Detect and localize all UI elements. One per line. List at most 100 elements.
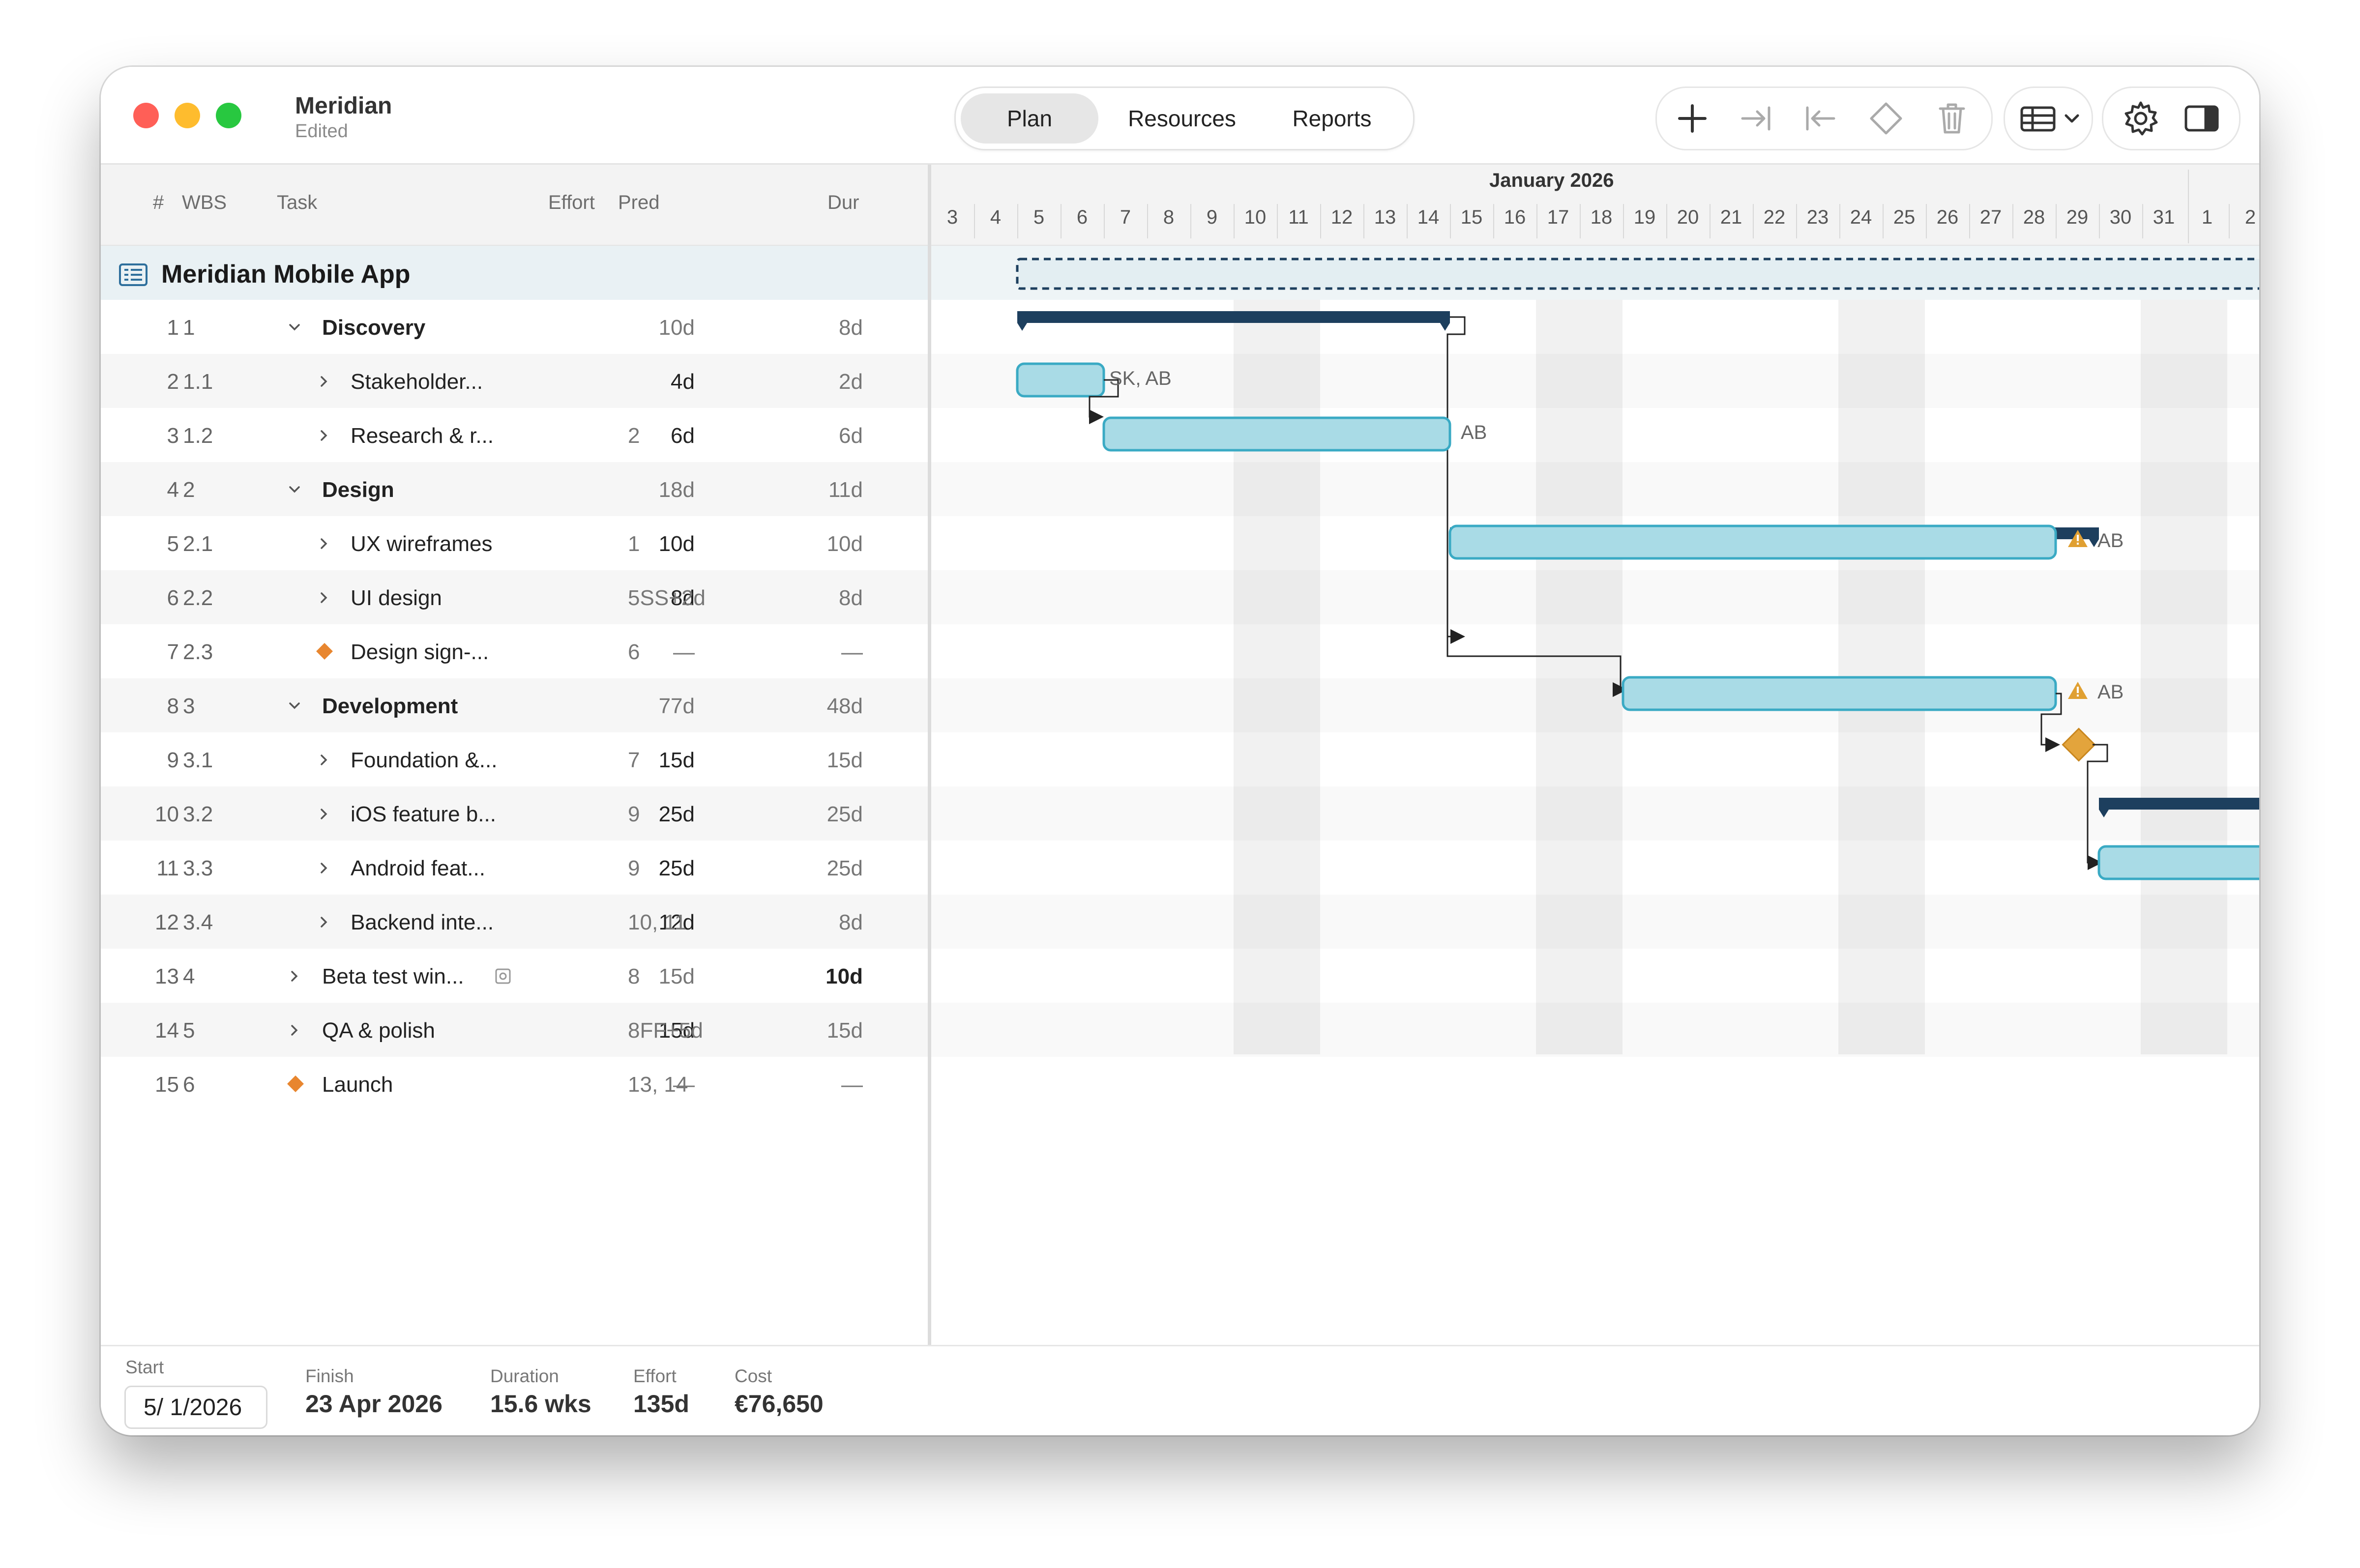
task-duration[interactable]: —	[841, 640, 863, 665]
table-row[interactable]: 9 3.1 Foundation &... 15d 7 15d	[101, 732, 928, 786]
table-row[interactable]: 5 2.1 UX wireframes 10d 1 10d	[101, 516, 928, 570]
note-icon[interactable]	[494, 967, 512, 985]
project-summary-bar[interactable]	[1016, 258, 2259, 290]
task-duration[interactable]: 8d	[839, 316, 863, 340]
task-name[interactable]: Launch	[322, 1073, 393, 1097]
task-effort[interactable]: 10d	[659, 532, 695, 556]
milestone-design-signoff[interactable]	[2062, 727, 2096, 762]
outdent-icon[interactable]	[1800, 99, 1840, 138]
task-name[interactable]: QA & polish	[322, 1018, 435, 1043]
task-predecessors[interactable]: 10, 11	[628, 910, 686, 935]
indent-icon[interactable]	[1737, 99, 1776, 138]
gear-icon[interactable]	[2121, 99, 2160, 138]
task-duration[interactable]: —	[841, 1073, 863, 1097]
tab-resources[interactable]: Resources	[1108, 93, 1256, 144]
task-duration[interactable]: 10d	[826, 964, 863, 989]
column-wbs[interactable]: WBS	[182, 192, 227, 214]
task-duration[interactable]: 11d	[828, 478, 863, 502]
chevron-right-icon[interactable]	[315, 427, 333, 444]
task-effort[interactable]: 25d	[659, 856, 695, 881]
view-options-group[interactable]	[2004, 87, 2093, 150]
zoom-window-button[interactable]	[216, 103, 241, 128]
chevron-right-icon[interactable]	[315, 751, 333, 769]
chevron-down-icon[interactable]	[286, 697, 303, 715]
task-predecessors[interactable]: 7	[628, 748, 640, 773]
table-row[interactable]: 4 2 Design 18d 11d	[101, 462, 928, 516]
task-name[interactable]: UX wireframes	[351, 532, 493, 556]
column-effort[interactable]: Effort	[548, 192, 595, 214]
column-task[interactable]: Task	[277, 192, 317, 214]
table-row[interactable]: 13 4 Beta test win... 15d 8 10d	[101, 949, 928, 1003]
task-predecessors[interactable]: 5SS+2d	[628, 586, 706, 610]
task-effort[interactable]: 25d	[659, 802, 695, 827]
task-duration[interactable]: 2d	[839, 370, 863, 394]
chevron-down-icon[interactable]	[2062, 99, 2082, 138]
task-effort[interactable]: 15d	[659, 748, 695, 773]
task-duration[interactable]: 10d	[827, 532, 863, 556]
chevron-right-icon[interactable]	[286, 967, 303, 985]
task-name[interactable]: Android feat...	[351, 856, 485, 881]
task-duration[interactable]: 48d	[827, 694, 863, 719]
task-predecessors[interactable]: 8FF+5d	[628, 1018, 703, 1043]
task-duration[interactable]: 25d	[827, 856, 863, 881]
chevron-right-icon[interactable]	[315, 913, 333, 931]
task-predecessors[interactable]: 9	[628, 802, 640, 827]
task-bar-ui-design[interactable]	[1622, 676, 2057, 711]
table-row[interactable]: 8 3 Development 77d 48d	[101, 678, 928, 732]
task-name[interactable]: iOS feature b...	[351, 802, 496, 827]
table-row[interactable]: 1 1 Discovery 10d 8d	[101, 300, 928, 354]
task-duration[interactable]: 15d	[827, 748, 863, 773]
task-name[interactable]: UI design	[351, 586, 442, 610]
task-bar-foundation[interactable]	[2097, 845, 2259, 880]
table-row[interactable]: 2 1.1 Stakeholder... 4d 2d	[101, 354, 928, 408]
split-divider[interactable]	[928, 165, 931, 1435]
task-effort[interactable]: 4d	[671, 370, 695, 394]
task-effort[interactable]: 18d	[659, 478, 695, 502]
chevron-right-icon[interactable]	[315, 589, 333, 607]
task-effort[interactable]: 77d	[659, 694, 695, 719]
task-predecessors[interactable]: 13, 14	[628, 1073, 688, 1097]
tab-reports[interactable]: Reports	[1258, 93, 1406, 144]
task-effort[interactable]: 10d	[659, 316, 695, 340]
table-row[interactable]: 3 1.2 Research & r... 6d 2 6d	[101, 408, 928, 462]
task-bar-stakeholder[interactable]	[1016, 362, 1105, 398]
task-predecessors[interactable]: 9	[628, 856, 640, 881]
task-effort[interactable]: 15d	[659, 964, 695, 989]
table-row[interactable]: 10 3.2 iOS feature b... 25d 9 25d	[101, 786, 928, 841]
table-row[interactable]: 7 2.3 Design sign-... — 6 —	[101, 624, 928, 678]
task-name[interactable]: Stakeholder...	[351, 370, 483, 394]
task-predecessors[interactable]: 8	[628, 964, 640, 989]
table-row[interactable]: 12 3.4 Backend inte... 12d 10, 11 8d	[101, 895, 928, 949]
task-predecessors[interactable]: 2	[628, 424, 640, 448]
start-date-value[interactable]: 5/ 1/2026	[144, 1394, 242, 1421]
task-name[interactable]: Design	[322, 478, 394, 502]
table-row[interactable]: 15 6 Launch — 13, 14 —	[101, 1057, 928, 1111]
project-row[interactable]: Meridian Mobile App	[101, 246, 928, 300]
task-duration[interactable]: 25d	[827, 802, 863, 827]
tab-plan[interactable]: Plan	[961, 93, 1098, 144]
column-number[interactable]: #	[153, 192, 164, 214]
task-name[interactable]: Design sign-...	[351, 640, 489, 665]
task-name[interactable]: Foundation &...	[351, 748, 497, 773]
task-name[interactable]: Development	[322, 694, 458, 719]
chevron-right-icon[interactable]	[315, 859, 333, 877]
task-name[interactable]: Beta test win...	[322, 964, 464, 989]
task-duration[interactable]: 8d	[839, 910, 863, 935]
chevron-right-icon[interactable]	[286, 1021, 303, 1039]
plus-icon[interactable]	[1673, 99, 1712, 138]
column-duration[interactable]: Dur	[827, 192, 859, 214]
trash-icon[interactable]	[1932, 99, 1972, 138]
task-effort[interactable]: —	[673, 640, 695, 665]
warning-icon[interactable]	[2068, 682, 2088, 699]
start-date-field[interactable]: 5/ 1/2026	[124, 1386, 267, 1429]
table-row[interactable]: 14 5 QA & polish 15d 8FF+5d 15d	[101, 1003, 928, 1057]
task-name[interactable]: Discovery	[322, 316, 425, 340]
table-row[interactable]: 6 2.2 UI design 8d 5SS+2d 8d	[101, 570, 928, 624]
task-duration[interactable]: 15d	[827, 1018, 863, 1043]
task-predecessors[interactable]: 1	[628, 532, 640, 556]
milestone-icon[interactable]	[1866, 99, 1906, 138]
chevron-down-icon[interactable]	[286, 319, 303, 336]
chevron-right-icon[interactable]	[315, 535, 333, 552]
task-duration[interactable]: 8d	[839, 586, 863, 610]
chevron-right-icon[interactable]	[315, 373, 333, 390]
